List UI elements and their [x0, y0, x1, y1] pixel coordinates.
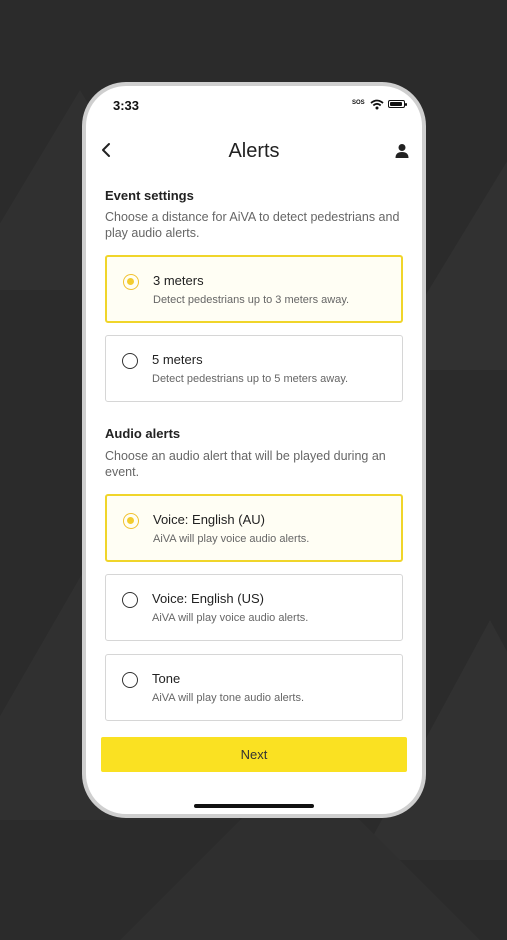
status-time: 3:33	[113, 98, 140, 113]
option-label: Tone	[152, 671, 181, 686]
audio-alerts-heading: Audio alerts	[105, 426, 181, 441]
radio-selected-icon	[123, 274, 139, 290]
option-voice-english-au[interactable]: Voice: English (AU) AiVA will play voice…	[105, 494, 403, 562]
phone-screen: 3:33 SOS Alerts Event settings Choose a …	[86, 86, 422, 814]
radio-unselected-icon	[122, 672, 138, 688]
battery-icon	[388, 100, 407, 108]
wifi-icon	[370, 99, 384, 110]
option-sublabel: AiVA will play voice audio alerts.	[152, 612, 309, 624]
event-settings-heading: Event settings	[105, 188, 194, 203]
option-sublabel: Detect pedestrians up to 5 meters away.	[152, 373, 349, 385]
radio-unselected-icon	[122, 353, 138, 369]
option-label: Voice: English (AU)	[153, 512, 265, 527]
next-button[interactable]: Next	[101, 737, 407, 772]
option-sublabel: Detect pedestrians up to 3 meters away.	[153, 294, 350, 306]
option-label: 5 meters	[152, 352, 203, 367]
home-indicator[interactable]	[194, 804, 314, 808]
option-5-meters[interactable]: 5 meters Detect pedestrians up to 5 mete…	[105, 335, 403, 402]
radio-selected-icon	[123, 513, 139, 529]
option-3-meters[interactable]: 3 meters Detect pedestrians up to 3 mete…	[105, 255, 403, 323]
option-label: 3 meters	[153, 273, 204, 288]
option-sublabel: AiVA will play tone audio alerts.	[152, 692, 305, 704]
user-icon[interactable]	[394, 143, 410, 159]
option-label: Voice: English (US)	[152, 591, 264, 606]
radio-unselected-icon	[122, 592, 138, 608]
status-bar: 3:33 SOS	[86, 86, 422, 126]
event-settings-description: Choose a distance for AiVA to detect ped…	[105, 210, 400, 240]
option-voice-english-us[interactable]: Voice: English (US) AiVA will play voice…	[105, 574, 403, 641]
option-tone[interactable]: Tone AiVA will play tone audio alerts.	[105, 654, 403, 721]
option-sublabel: AiVA will play voice audio alerts.	[153, 533, 310, 545]
sos-indicator: SOS	[352, 100, 365, 106]
audio-alerts-description: Choose an audio alert that will be playe…	[105, 449, 386, 479]
page-title: Alerts	[228, 140, 280, 162]
